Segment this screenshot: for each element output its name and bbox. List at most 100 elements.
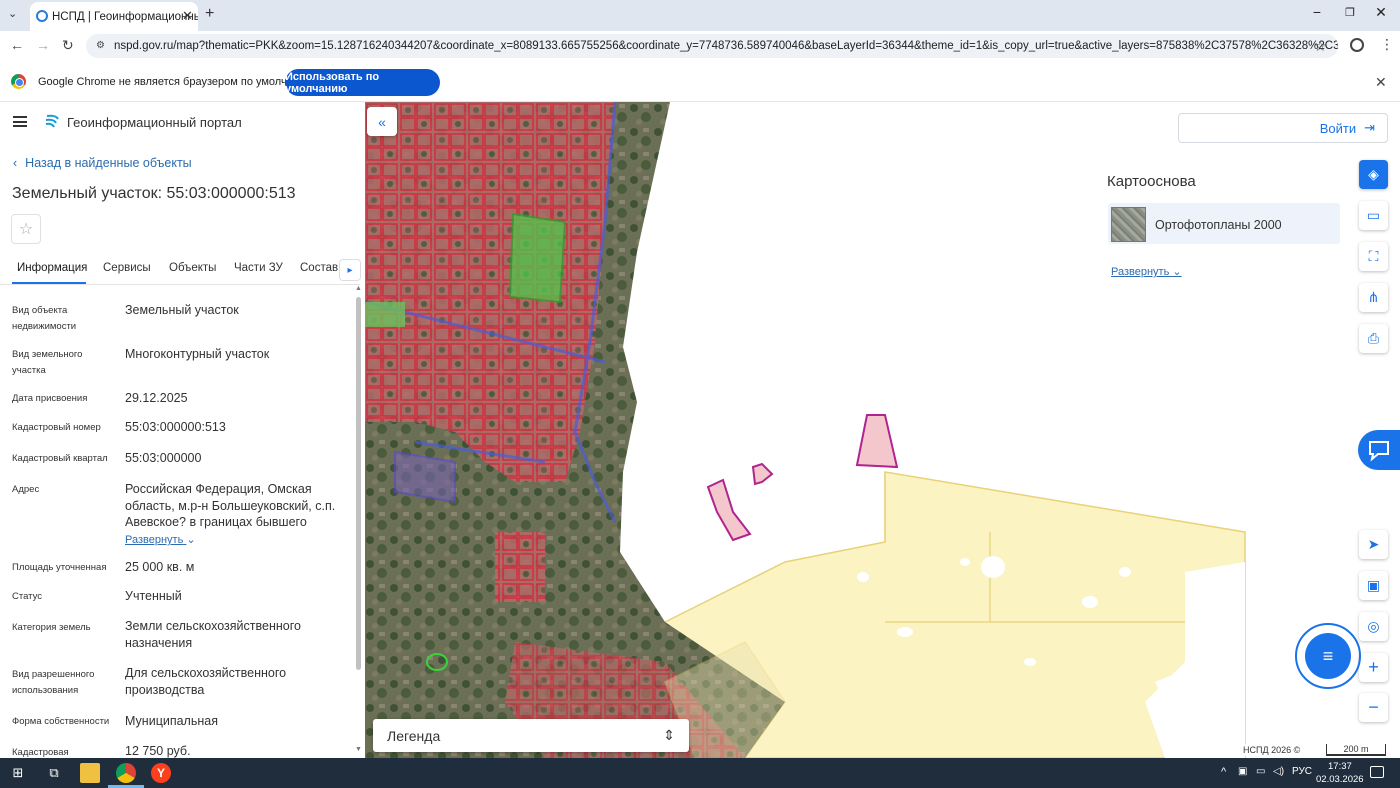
network-icon[interactable]: ▭: [1256, 766, 1265, 777]
layers-button[interactable]: ◈: [1359, 160, 1388, 189]
info-label: Вид разрешенного использования: [12, 669, 95, 696]
scroll-up-icon[interactable]: ▲: [355, 285, 362, 292]
map-copyright: НСПД 2026 ©: [1239, 744, 1305, 756]
info-label: Вид земельного участка: [12, 349, 83, 376]
tab-parts[interactable]: Части ЗУ: [234, 262, 283, 274]
collapse-panel-button[interactable]: «: [367, 107, 397, 136]
address-expand-label: Развернуть: [125, 534, 184, 546]
chrome-taskbar-icon[interactable]: [116, 763, 136, 783]
login-label: Войти: [1319, 120, 1357, 136]
restore-button[interactable]: ❐: [1335, 6, 1365, 19]
info-value: Многоконтурный участок: [125, 347, 270, 361]
info-label: Кадастровая: [12, 747, 69, 758]
info-value: Для сельскохозяйственного производства: [125, 666, 287, 697]
tab-close-icon[interactable]: ✕: [182, 8, 193, 24]
infobar-close-icon[interactable]: ✕: [1375, 74, 1387, 91]
info-label: Площадь уточненная: [12, 562, 107, 573]
chevron-down-icon: ⌄: [1172, 266, 1182, 278]
active-tab-indicator: [12, 282, 86, 284]
info-value: Земли сельскохозяйственного назначения: [125, 619, 301, 650]
window-close-button[interactable]: ✕: [1366, 4, 1396, 21]
navigate-icon[interactable]: ➤: [1359, 530, 1388, 559]
browser-menu-icon[interactable]: ⋮: [1380, 36, 1394, 53]
ruler-icon[interactable]: ▭: [1359, 201, 1388, 230]
basemap-thumbnail[interactable]: [1111, 207, 1146, 242]
panel-scrollbar[interactable]: [356, 297, 361, 670]
chevron-down-icon: ⌄: [186, 534, 196, 546]
new-tab-button[interactable]: +: [205, 5, 214, 23]
language-indicator[interactable]: РУС: [1292, 766, 1312, 777]
address-bar[interactable]: nspd.gov.ru/map?thematic=PKK&zoom=15.128…: [86, 34, 1338, 58]
back-link-label: Назад в найденные объекты: [25, 156, 192, 170]
info-value: Земельный участок: [125, 303, 239, 317]
info-label: Дата присвоения: [12, 393, 88, 404]
select-area-icon[interactable]: ⛶: [1359, 242, 1388, 271]
clock-time[interactable]: 17:37: [1328, 761, 1352, 772]
login-button[interactable]: Войти ⇥: [1178, 113, 1388, 143]
site-favicon-icon: [36, 10, 48, 22]
info-value-address: Российская Федерация, Омская область, м.…: [125, 482, 336, 529]
menu-icon[interactable]: [13, 116, 27, 127]
minimize-button[interactable]: −: [1302, 4, 1332, 20]
back-arrow-icon[interactable]: ←: [10, 37, 24, 53]
info-value: 25 000 кв. м: [125, 560, 195, 574]
tab-services[interactable]: Сервисы: [103, 262, 151, 274]
chrome-logo-icon: [11, 74, 26, 89]
info-value: 29.12.2025: [125, 391, 188, 405]
url-text: nspd.gov.ru/map?thematic=PKK&zoom=15.128…: [114, 40, 1338, 52]
chevron-left-icon: ‹: [13, 156, 18, 170]
info-label: Кадастровый квартал: [12, 453, 108, 464]
chat-button[interactable]: ≡: [1295, 623, 1361, 689]
site-info-icon[interactable]: ⚙: [96, 40, 106, 51]
basemap-expand-link[interactable]: Развернуть ⌄: [1111, 265, 1182, 278]
map-layers: [365, 102, 1246, 758]
file-explorer-icon[interactable]: [80, 763, 100, 783]
info-value: Учтенный: [125, 589, 182, 603]
bookmark-star-icon[interactable]: ☆: [1314, 38, 1327, 55]
set-default-button[interactable]: Использовать по умолчанию: [285, 69, 440, 96]
print-icon[interactable]: ⎙: [1359, 324, 1388, 353]
tab-title: НСПД | Геоинформационный: [52, 10, 198, 23]
info-label: Вид объекта недвижимости: [12, 305, 77, 332]
notifications-icon[interactable]: [1370, 766, 1384, 778]
legend-dropdown[interactable]: Легенда ⇕: [373, 719, 689, 752]
minimap-icon[interactable]: ▣: [1359, 571, 1388, 600]
info-label: Адрес: [12, 484, 40, 495]
assistant-widget-icon[interactable]: [1358, 430, 1400, 470]
reload-icon[interactable]: ↻: [62, 37, 74, 54]
object-title: Земельный участок: 55:03:000000:513: [12, 185, 296, 202]
windows-start-icon[interactable]: ⊞: [8, 763, 28, 783]
tab-information[interactable]: Информация: [17, 262, 87, 274]
tabs-divider: [0, 284, 360, 285]
tab-composition[interactable]: Состав: [300, 262, 338, 274]
tray-app-icon[interactable]: ▣: [1238, 766, 1247, 777]
info-label: Форма собственности: [12, 716, 110, 727]
volume-icon[interactable]: ◁): [1273, 766, 1284, 777]
yandex-browser-icon[interactable]: Y: [151, 763, 171, 783]
info-value: 55:03:000000: [125, 451, 202, 465]
tabs-scroll-right-icon[interactable]: ▸: [339, 259, 361, 281]
forward-arrow-icon[interactable]: →: [36, 37, 50, 53]
back-to-results-link[interactable]: ‹ Назад в найденные объекты: [13, 156, 192, 170]
info-label: Статус: [12, 591, 43, 602]
favorite-star-icon[interactable]: ☆: [11, 214, 41, 244]
share-icon[interactable]: ⋔: [1359, 283, 1388, 312]
tray-expand-icon[interactable]: ^: [1221, 766, 1226, 778]
my-location-icon[interactable]: ◎: [1359, 612, 1388, 641]
task-view-icon[interactable]: ⧉: [44, 763, 64, 783]
zoom-out-button[interactable]: −: [1359, 693, 1388, 722]
clock-date[interactable]: 02.03.2026: [1316, 774, 1364, 785]
zoom-in-button[interactable]: +: [1359, 653, 1388, 682]
address-expand-link[interactable]: Развернуть ⌄: [125, 533, 196, 546]
info-value: 55:03:000000:513: [125, 420, 226, 434]
scroll-down-icon[interactable]: ▼: [355, 746, 362, 753]
info-label: Кадастровый номер: [12, 422, 101, 433]
assistant-bubble-icon: [1369, 441, 1389, 462]
infobar-message: Google Chrome не является браузером по у…: [38, 76, 317, 88]
tab-objects[interactable]: Объекты: [169, 262, 216, 274]
profile-icon[interactable]: [1350, 38, 1364, 52]
tab-search-icon[interactable]: ⌄: [8, 7, 17, 20]
chat-icon: ≡: [1305, 633, 1351, 679]
browser-tab[interactable]: НСПД | Геоинформационный ✕: [30, 2, 198, 31]
map-canvas[interactable]: [365, 102, 1400, 758]
